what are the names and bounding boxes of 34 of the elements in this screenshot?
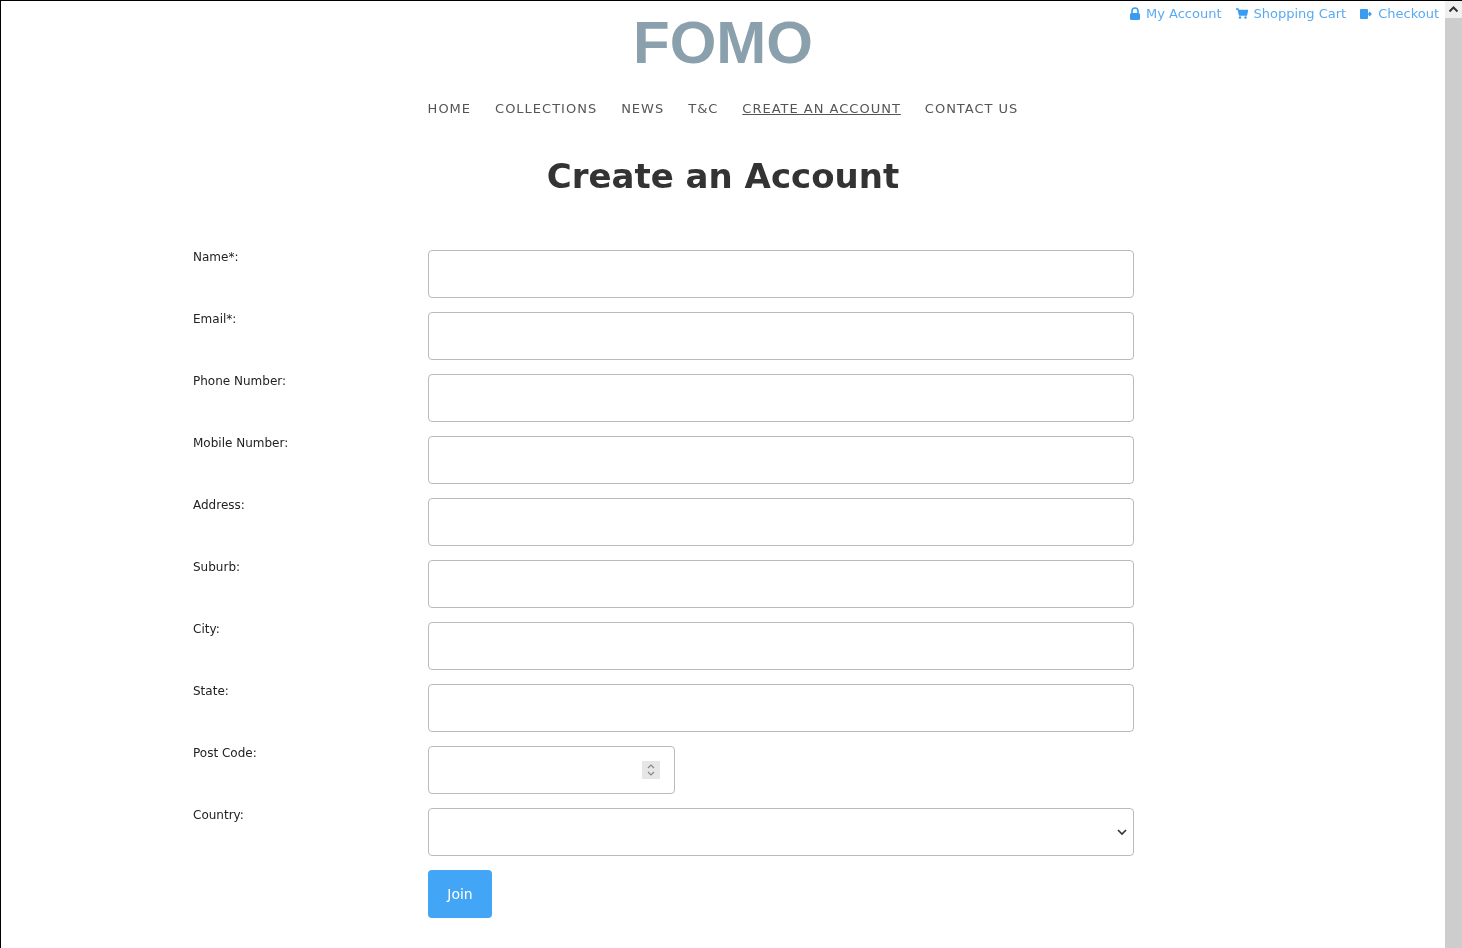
field-label: Post Code:	[193, 746, 258, 762]
nav-link[interactable]: CONTACT US	[924, 101, 1019, 116]
nav-link[interactable]: NEWS	[621, 101, 665, 116]
field-label: Address:	[193, 498, 246, 514]
text-field[interactable]	[428, 622, 1134, 670]
field-label: City:	[193, 622, 221, 638]
text-field[interactable]	[428, 560, 1134, 608]
text-field[interactable]	[428, 312, 1134, 360]
field-label: Phone Number:	[193, 374, 288, 390]
nav-link[interactable]: HOME	[427, 101, 472, 116]
text-field[interactable]	[428, 684, 1134, 732]
nav-link[interactable]: T&C	[688, 101, 719, 116]
field-label: Country:	[193, 808, 245, 824]
text-field[interactable]	[428, 374, 1134, 422]
field-label: Mobile Number:	[193, 436, 290, 452]
text-field[interactable]	[428, 498, 1134, 546]
text-field[interactable]	[428, 250, 1134, 298]
country-dropdown[interactable]	[428, 808, 1134, 856]
nav-link[interactable]: CREATE AN ACCOUNT	[742, 101, 901, 116]
cart-icon	[1235, 8, 1248, 19]
exit-icon	[1360, 8, 1373, 19]
lock-icon	[1129, 7, 1140, 20]
page-heading: Create an Account	[546, 156, 900, 196]
nav-link[interactable]: COLLECTIONS	[495, 101, 598, 116]
scrollbar[interactable]	[1445, 1, 1462, 948]
field-label: Email*:	[193, 312, 238, 328]
spinner-icon	[642, 761, 660, 779]
field-label: State:	[193, 684, 230, 700]
chevron-down-icon	[1117, 828, 1127, 836]
field-label: Name*:	[193, 250, 240, 266]
field-label: Suburb:	[193, 560, 242, 576]
scroll-up-icon[interactable]	[1445, 1, 1462, 18]
text-field[interactable]	[428, 436, 1134, 484]
number-field[interactable]	[428, 746, 675, 794]
